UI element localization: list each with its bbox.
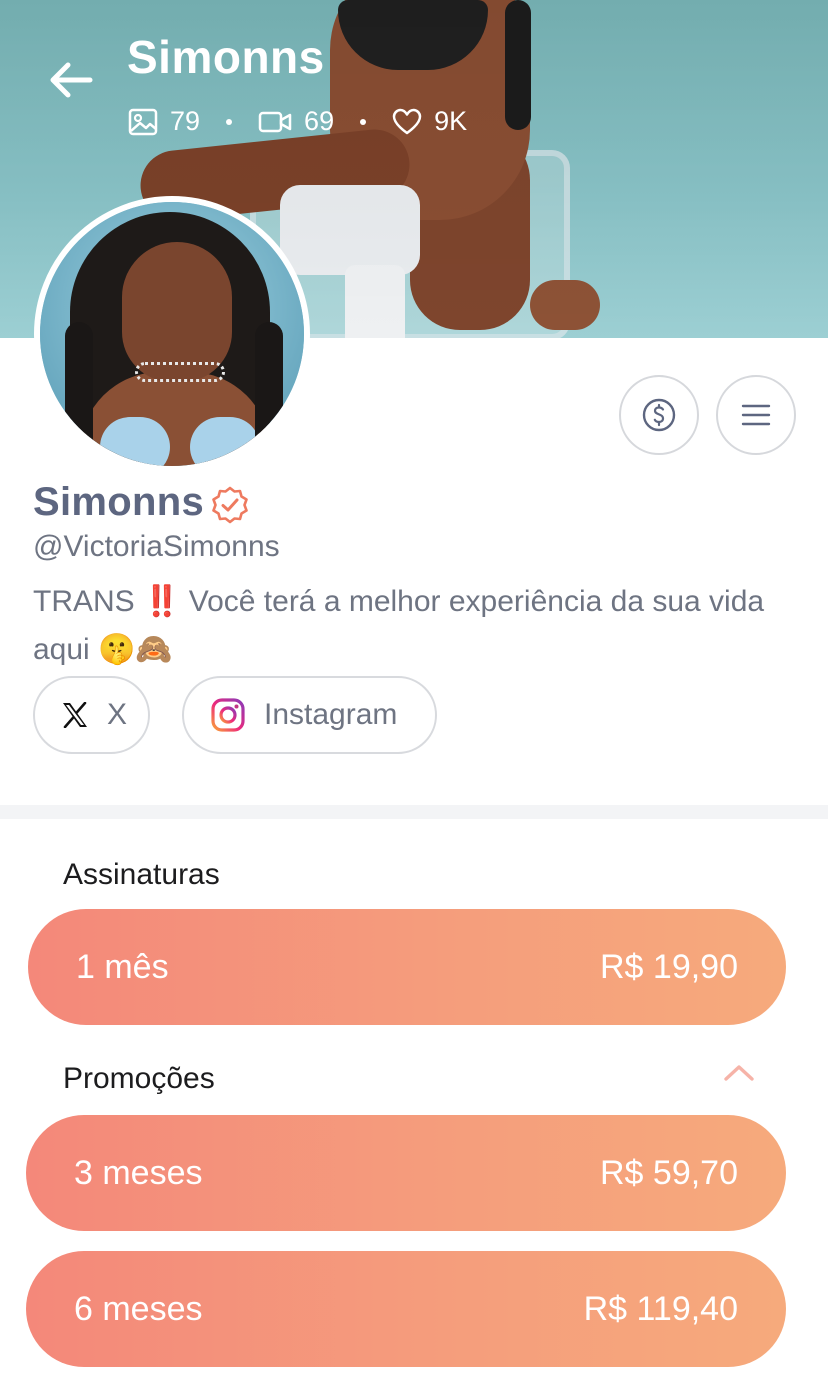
- social-link-instagram[interactable]: Instagram: [182, 676, 437, 754]
- promotion-plan-6-months[interactable]: 6 meses R$ 119,40: [26, 1251, 786, 1367]
- avatar-face: [122, 242, 232, 382]
- image-icon: [128, 108, 158, 135]
- x-logo-icon: [63, 702, 87, 728]
- plan-price: R$ 119,40: [583, 1289, 738, 1328]
- tip-button[interactable]: [619, 375, 699, 455]
- heart-icon: [392, 108, 422, 134]
- section-divider: [0, 805, 828, 819]
- avatar-necklace: [135, 362, 225, 382]
- bio-emojis: 🤫🙈: [98, 632, 173, 667]
- dollar-circle-icon: [642, 398, 676, 432]
- arrow-left-icon: [50, 62, 93, 98]
- social-link-x[interactable]: X: [33, 676, 150, 754]
- photos-count: 79: [128, 106, 200, 137]
- avatar-braid: [65, 322, 93, 466]
- profile-name: Simonns: [33, 480, 205, 524]
- promotion-plan-3-months[interactable]: 3 meses R$ 59,70: [26, 1115, 786, 1231]
- chevron-up-icon: [724, 1065, 754, 1081]
- plan-label: 1 mês: [76, 947, 169, 986]
- promotions-heading: Promoções: [63, 1062, 215, 1095]
- page-title: Simonns: [127, 31, 325, 83]
- back-button[interactable]: [40, 52, 100, 108]
- plan-price: R$ 59,70: [600, 1153, 738, 1192]
- collapse-promotions-button[interactable]: [720, 1060, 758, 1089]
- profile-stats: 79 69 9K: [128, 106, 467, 137]
- bio-exclamation: ‼️: [143, 585, 181, 618]
- profile-bio: TRANS ‼️ Você terá a melhor experiência …: [33, 578, 803, 674]
- videos-count-value: 69: [304, 106, 335, 136]
- bio-prefix: TRANS: [33, 585, 135, 618]
- video-icon: [258, 111, 292, 132]
- avatar[interactable]: [34, 196, 310, 472]
- avatar-top: [100, 417, 170, 466]
- avatar-top: [190, 417, 260, 466]
- likes-count: 9K: [392, 106, 467, 137]
- subscription-plan-1-month[interactable]: 1 mês R$ 19,90: [28, 909, 786, 1025]
- videos-count: 69: [258, 106, 334, 137]
- likes-count-value: 9K: [434, 106, 468, 136]
- hamburger-menu-icon: [741, 404, 771, 426]
- separator-dot: [360, 118, 367, 125]
- plan-price: R$ 19,90: [600, 947, 738, 986]
- social-link-label: Instagram: [264, 698, 398, 731]
- social-link-label: X: [107, 698, 128, 731]
- verified-badge-icon: [212, 486, 248, 523]
- profile-handle: @VictoriaSimonns: [33, 530, 280, 563]
- profile-name-row: Simonns: [33, 480, 250, 525]
- plan-label: 3 meses: [74, 1153, 203, 1192]
- subscriptions-heading: Assinaturas: [63, 858, 220, 891]
- plan-label: 6 meses: [74, 1289, 203, 1328]
- instagram-icon: [211, 698, 245, 732]
- avatar-braid: [255, 322, 283, 466]
- separator-dot: [226, 118, 233, 125]
- menu-button[interactable]: [716, 375, 796, 455]
- photos-count-value: 79: [170, 106, 201, 136]
